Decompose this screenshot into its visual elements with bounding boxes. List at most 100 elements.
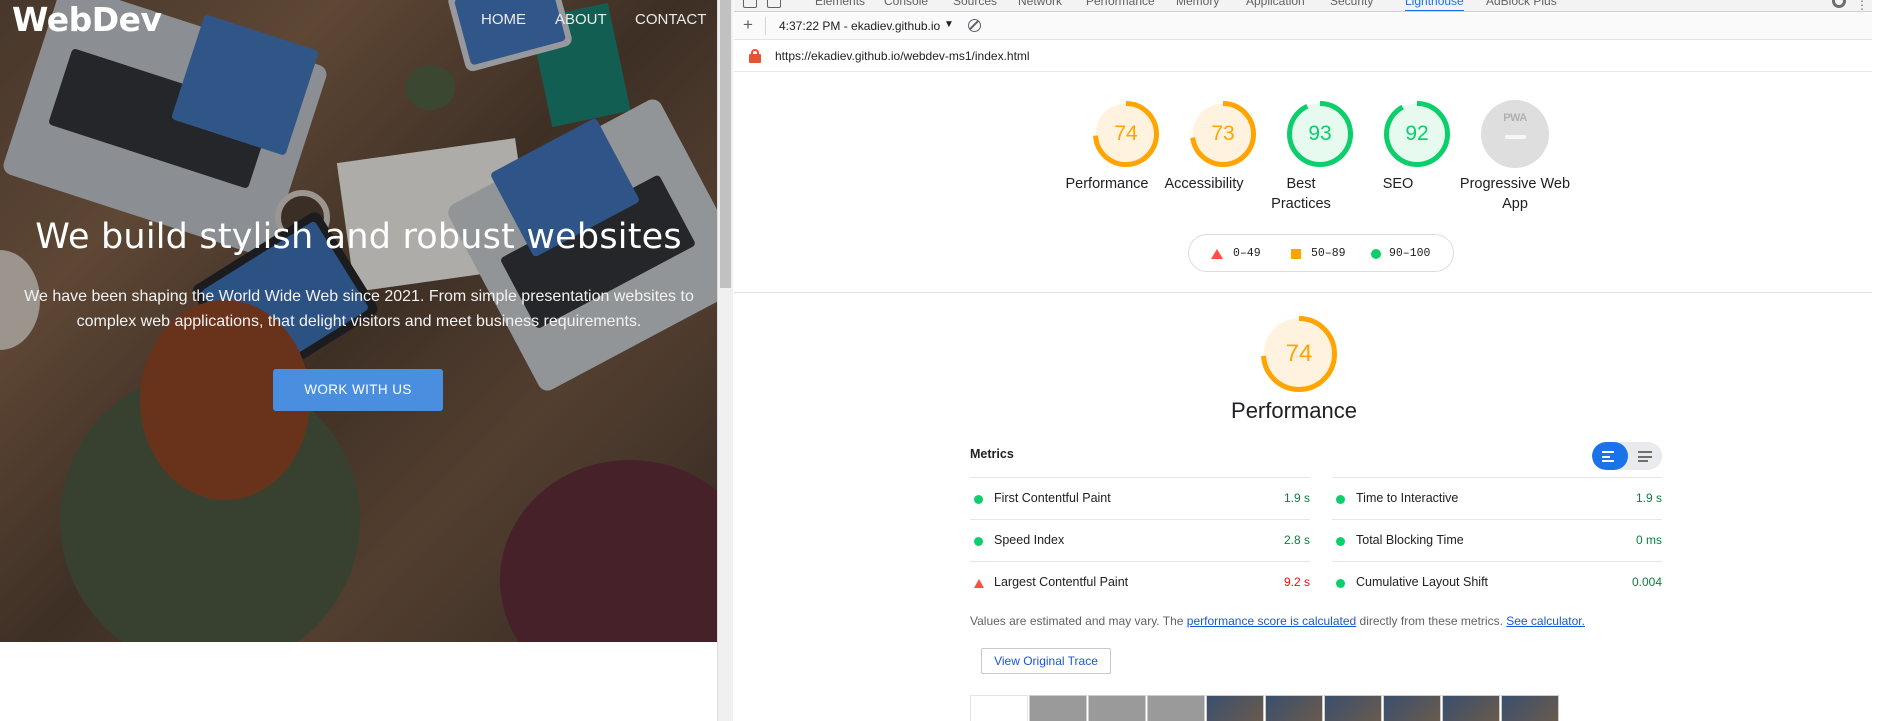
gauge-score: 73	[1211, 122, 1235, 145]
website-preview: WebDev HOME ABOUT CONTACT We build styli…	[0, 0, 717, 721]
metric-value: 2.8 s	[1283, 533, 1310, 547]
gauge-score: 92	[1405, 122, 1429, 145]
metrics-heading: Metrics	[970, 447, 1014, 461]
view-original-trace-button[interactable]: View Original Trace	[981, 648, 1111, 674]
metric-value: 1.9 s	[1283, 491, 1310, 505]
gauge-performance[interactable]: 74	[1092, 100, 1160, 168]
metric-name: Largest Contentful Paint	[994, 575, 1129, 589]
tab-application[interactable]: Application	[1246, 0, 1305, 8]
metric-row: First Contentful Paint 1.9 s	[970, 477, 1310, 519]
gauge-label: SEO	[1382, 176, 1414, 192]
tab-network[interactable]: Network	[1018, 0, 1062, 8]
expanded-view-icon[interactable]	[1628, 442, 1662, 470]
filmstrip	[970, 695, 1670, 721]
tab-console[interactable]: Console	[884, 0, 928, 8]
metric-value: 0 ms	[1635, 533, 1662, 547]
tab-memory[interactable]: Memory	[1176, 0, 1219, 8]
hero-section: WebDev HOME ABOUT CONTACT We build styli…	[0, 0, 717, 642]
tab-performance[interactable]: Performance	[1086, 0, 1155, 8]
score-legend: 0–49 50–89 90–100	[1188, 234, 1454, 272]
device-toolbar-icon[interactable]	[767, 0, 781, 8]
pass-circle-icon	[1336, 579, 1345, 588]
performance-section-title: Performance	[1231, 398, 1357, 423]
report-url-bar: https://ekadiev.github.io/webdev-ms1/ind…	[734, 40, 1888, 72]
filmstrip-frame	[1501, 695, 1559, 721]
nav-home-link[interactable]: HOME	[481, 11, 526, 28]
tab-security[interactable]: Security	[1330, 0, 1373, 8]
metric-row: Cumulative Layout Shift 0.004	[1332, 561, 1662, 603]
nav-contact-link[interactable]: CONTACT	[635, 11, 706, 28]
metric-value: 9.2 s	[1283, 575, 1310, 589]
inspect-element-icon[interactable]	[743, 0, 757, 8]
audited-url[interactable]: https://ekadiev.github.io/webdev-ms1/ind…	[775, 49, 1030, 63]
metric-value: 1.9 s	[1635, 491, 1662, 505]
metric-name: Cumulative Layout Shift	[1356, 575, 1489, 589]
settings-gear-icon[interactable]	[1832, 0, 1846, 8]
lighthouse-toolbar: + 4:37:22 PM - ekadiev.github.io ▼	[734, 13, 1888, 40]
score-calculated-link[interactable]: performance score is calculated	[1187, 614, 1356, 628]
metric-name: First Contentful Paint	[994, 491, 1111, 505]
pass-circle-icon	[974, 495, 983, 504]
legend-fail-range: 0–49	[1233, 247, 1261, 260]
nav-about-link[interactable]: ABOUT	[555, 11, 607, 28]
tab-elements[interactable]: Elements	[815, 0, 865, 8]
filmstrip-frame	[1383, 695, 1441, 721]
see-calculator-link[interactable]: See calculator.	[1506, 614, 1585, 628]
filmstrip-frame	[970, 695, 1028, 721]
pass-circle-icon	[974, 537, 983, 546]
devtools-panel: Elements Console Sources Network Perform…	[734, 0, 1888, 721]
legend-pass-range: 90–100	[1389, 247, 1431, 260]
metric-name: Total Blocking Time	[1356, 533, 1464, 547]
compact-view-icon[interactable]	[1592, 442, 1628, 470]
new-report-plus-icon[interactable]: +	[743, 15, 753, 35]
performance-score-gauge[interactable]: 74	[1260, 315, 1338, 393]
pass-circle-icon	[1336, 495, 1345, 504]
tab-adblock-plus[interactable]: AdBlock Plus	[1486, 0, 1557, 8]
pass-circle-icon	[1336, 537, 1345, 546]
clear-reports-icon[interactable]	[968, 19, 981, 32]
hero-subtitle: We have been shaping the World Wide Web …	[24, 288, 694, 330]
report-selector[interactable]: 4:37:22 PM - ekadiev.github.io	[779, 19, 940, 33]
filmstrip-frame	[1324, 695, 1382, 721]
filmstrip-frame	[1029, 695, 1087, 721]
site-logo[interactable]: WebDev	[12, 0, 162, 39]
gauge-label-pwa: Progressive Web App	[1459, 176, 1571, 212]
tab-sources[interactable]: Sources	[953, 0, 997, 8]
pass-circle-icon	[1371, 249, 1381, 259]
filmstrip-frame	[1265, 695, 1323, 721]
lighthouse-icon	[749, 49, 761, 63]
gauge-seo[interactable]: 92	[1383, 100, 1451, 168]
metrics-note: Values are estimated and may vary. The p…	[970, 614, 1585, 628]
page-scrollbar[interactable]	[717, 0, 733, 721]
metric-row: Largest Contentful Paint 9.2 s	[970, 561, 1310, 603]
gauge-label: Accessibility	[1164, 176, 1244, 192]
gauge-score: 93	[1308, 122, 1332, 145]
hero-title: We build stylish and robust websites	[35, 217, 682, 257]
metric-name: Speed Index	[994, 533, 1065, 547]
pwa-badge-icon[interactable]: PWA	[1481, 100, 1549, 168]
more-options-icon[interactable]: ⋮	[1856, 0, 1868, 11]
gauge-score: 74	[1285, 340, 1313, 367]
scrollbar-thumb[interactable]	[720, 0, 731, 288]
caret-down-icon[interactable]: ▼	[944, 19, 954, 30]
metric-row: Speed Index 2.8 s	[970, 519, 1310, 561]
legend-average-range: 50–89	[1311, 247, 1346, 260]
gauge-score: 74	[1114, 122, 1138, 145]
site-navbar: WebDev HOME ABOUT CONTACT	[0, 0, 717, 39]
devtools-tabbar: Elements Console Sources Network Perform…	[734, 0, 1888, 12]
devtools-scrollbar[interactable]	[1872, 0, 1888, 721]
metric-row: Total Blocking Time 0 ms	[1332, 519, 1662, 561]
work-with-us-button[interactable]: WORK WITH US	[273, 369, 443, 411]
average-square-icon	[1291, 249, 1301, 259]
fail-triangle-icon	[974, 579, 984, 588]
metrics-view-toggle[interactable]	[1592, 442, 1662, 470]
fail-triangle-icon	[1211, 249, 1223, 259]
filmstrip-frame	[1147, 695, 1205, 721]
tab-lighthouse[interactable]: Lighthouse	[1405, 0, 1464, 11]
gauge-accessibility[interactable]: 73	[1189, 100, 1257, 168]
gauge-label: Best Practices	[1271, 176, 1331, 212]
metric-value: 0.004	[1631, 575, 1662, 589]
filmstrip-frame	[1088, 695, 1146, 721]
filmstrip-frame	[1206, 695, 1264, 721]
gauge-best-practices[interactable]: 93	[1286, 100, 1354, 168]
